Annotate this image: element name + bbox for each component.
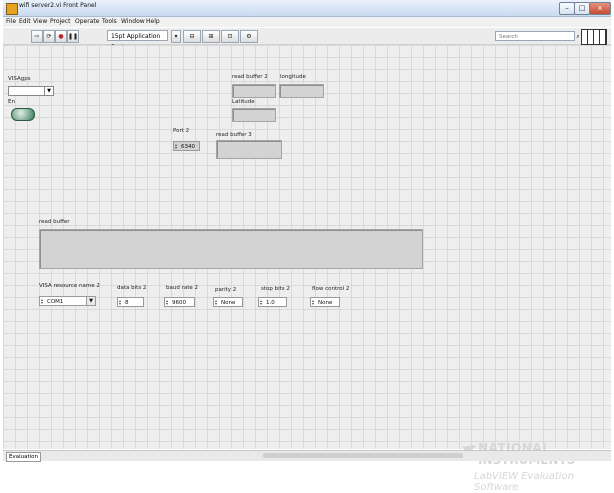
menu-window[interactable]: Window (121, 18, 145, 25)
port2-value: 6340 (181, 144, 195, 150)
run-continuously-icon[interactable]: ⟳ (43, 30, 55, 43)
data-bits-2-value: 8 (125, 300, 129, 306)
longitude-indicator (279, 84, 324, 98)
close-button[interactable]: x (589, 2, 611, 15)
labview-app-icon (6, 3, 18, 15)
chevron-down-icon[interactable]: ▼ (44, 87, 53, 95)
read-buffer-3-label: read buffer 3 (216, 132, 252, 138)
menu-operate[interactable]: Operate (75, 18, 99, 25)
parity-2-value: None (221, 300, 236, 306)
align-objects-icon[interactable]: ⊟ (183, 30, 201, 43)
visa-gps-label: VISAgps (8, 76, 31, 82)
read-buffer-2-indicator (232, 84, 276, 98)
menu-edit[interactable]: Edit (19, 18, 31, 25)
read-buffer-label: read buffer (39, 219, 70, 225)
font-dropdown-icon[interactable]: ▾ (171, 30, 181, 43)
port2-label: Port 2 (173, 128, 190, 134)
visa-resource-name-2-value: COM1 (47, 299, 64, 305)
status-bar: Evaluation (3, 450, 611, 462)
title-bar: wifi server2.vi Front Panel – □ x (3, 0, 611, 17)
latitude-label: Latitude (232, 99, 255, 105)
menu-project[interactable]: Project (50, 18, 71, 25)
baud-rate-2-control[interactable]: ▴ ▾ 9600 (164, 297, 195, 307)
visa-gps-control[interactable]: ▼ (8, 86, 54, 96)
pause-icon[interactable]: ❚❚ (67, 30, 79, 43)
read-buffer-2-label: read buffer 2 (232, 74, 268, 80)
chevron-down-icon[interactable]: ▼ (86, 297, 95, 305)
run-arrow-icon[interactable]: ⇨ (31, 30, 43, 43)
stop-bits-2-label: stop bits 2 (261, 286, 290, 292)
increment-arrows-icon: ▴ ▾ (175, 142, 178, 150)
search-input[interactable]: Search (495, 31, 575, 41)
abort-icon[interactable]: ● (55, 30, 67, 43)
read-buffer-indicator (39, 229, 423, 269)
minimize-button[interactable]: – (559, 2, 575, 15)
data-bits-2-label: data bits 2 (117, 285, 147, 291)
horizontal-scrollbar[interactable] (263, 453, 463, 458)
toolbar: ⇨ ⟳ ● ❚❚ 15pt Application Font ▾ ⊟ ⊞ ⊡ ⚙… (3, 28, 611, 51)
flow-control-2-value: None (318, 300, 333, 306)
watermark-line-3: LabVIEW Evaluation Software (474, 471, 574, 493)
menu-view[interactable]: View (33, 18, 47, 25)
port2-indicator: ▴ ▾ 6340 (173, 141, 200, 151)
window-title: wifi server2.vi Front Panel (19, 2, 97, 9)
read-buffer-3-indicator (216, 140, 282, 159)
reorder-icon[interactable]: ⚙ (240, 30, 258, 43)
latitude-indicator (232, 108, 276, 122)
menu-help[interactable]: Help (146, 18, 160, 25)
resize-objects-icon[interactable]: ⊡ (221, 30, 239, 43)
menu-tools[interactable]: Tools (102, 18, 117, 25)
font-selector[interactable]: 15pt Application Font (107, 30, 168, 51)
increment-arrows-icon[interactable]: ▴ ▾ (215, 299, 219, 306)
visa-resource-name-2-label: VISA resource name 2 (39, 283, 100, 289)
front-panel: VISAgps ▼ En read buffer 2 longitude Lat… (3, 45, 611, 493)
longitude-label: longitude (280, 74, 306, 80)
increment-arrows-icon[interactable]: ▴ ▾ (166, 299, 170, 306)
en-label: En (8, 99, 15, 105)
enable-toggle[interactable] (11, 108, 35, 121)
baud-rate-2-label: baud rate 2 (166, 285, 199, 291)
baud-rate-2-value: 9600 (172, 300, 186, 306)
increment-arrows-icon[interactable]: ▴ ▾ (312, 299, 316, 306)
stop-bits-2-control[interactable]: ▴ ▾ 1.0 (258, 297, 287, 307)
parity-2-label: parity 2 (215, 287, 237, 293)
flow-control-2-label: flow control 2 (312, 286, 350, 292)
data-bits-2-control[interactable]: ▴ ▾ 8 (117, 297, 144, 307)
labview-window: wifi server2.vi Front Panel – □ x File E… (0, 0, 614, 493)
menu-file[interactable]: File (6, 18, 16, 25)
menu-bar: File Edit View Project Operate Tools Win… (3, 17, 611, 27)
flow-control-2-control[interactable]: ▴ ▾ None (310, 297, 340, 307)
distribute-objects-icon[interactable]: ⊞ (202, 30, 220, 43)
increment-arrows-icon[interactable]: ▴ ▾ (260, 299, 264, 306)
connector-pane-icon[interactable] (581, 29, 607, 45)
maximize-button[interactable]: □ (574, 2, 590, 15)
visa-resource-name-2-control[interactable]: ▴ ▾ COM1 ▼ (39, 296, 96, 306)
stop-bits-2-value: 1.0 (266, 300, 275, 306)
parity-2-control[interactable]: ▴ ▾ None (213, 297, 243, 307)
increment-arrows-icon[interactable]: ▴ ▾ (119, 299, 123, 306)
ni-watermark: NATIONAL INSTRUMENTS LabVIEW Evaluation … (458, 439, 608, 493)
resource-icon: ▴ ▾ (41, 297, 44, 305)
